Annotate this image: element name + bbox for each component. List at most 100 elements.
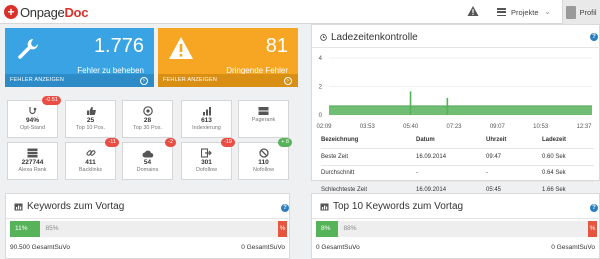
errors-to-fix-tile[interactable]: 1.776 Fehler zu beheben FEHLER ANZEIGEN …: [5, 28, 154, 87]
load-time-panel: Ladezeitenkontrolle ? 0 2 4 02:09 03:53 05:40…: [311, 24, 600, 198]
server-stack-icon: [27, 148, 38, 158]
x-tick-label: 12:37: [576, 124, 592, 130]
change-badge: -0.51: [42, 96, 61, 105]
link-icon: [86, 150, 95, 156]
profile-label: Profil: [579, 7, 597, 17]
chart-box-icon: [320, 203, 329, 210]
x-tick-label: 03:53: [360, 124, 376, 130]
divider: [312, 47, 600, 48]
table-cell: 16.09.2014: [416, 148, 486, 165]
metric-pagerank[interactable]: Pagerank: [238, 100, 289, 138]
table-cell: Beste Zeit: [321, 148, 416, 165]
change-badge: -11: [105, 138, 119, 147]
table-cell: -: [416, 164, 486, 182]
keyword-distribution-bar: 8% 88% %: [316, 221, 597, 237]
metric-value: 613: [201, 117, 212, 124]
table-header: Datum: [416, 137, 435, 143]
metric-label: Opt-Stand: [19, 125, 46, 131]
alert-icon[interactable]: [467, 5, 479, 17]
profile-menu[interactable]: Profil: [562, 0, 600, 24]
metric-label: Indexierung: [192, 125, 221, 131]
help-icon[interactable]: ?: [281, 204, 289, 212]
x-tick-label: 05:40: [403, 124, 419, 130]
metric-nofollow[interactable]: 110 Nofollow + 8: [238, 138, 292, 180]
metric-domains[interactable]: 54 Domains -2: [122, 138, 176, 180]
metric-opt-stand[interactable]: 94% Opt-Stand -0.51: [7, 96, 61, 138]
projects-menu[interactable]: Projekte ⌄: [497, 4, 550, 20]
metric-label: Alexa Rank: [18, 167, 47, 173]
metric-value: 94%: [25, 117, 39, 124]
total-search-volume-left: 90.500 GesamtSuVo: [10, 244, 70, 251]
total-search-volume-right: 0 GesamtSuVo: [241, 244, 285, 251]
panel-title: Keywords zum Vortag: [14, 201, 124, 212]
metric-value: 411: [85, 159, 96, 166]
metric-alexa-rank[interactable]: 227744 Alexa Rank: [7, 142, 58, 180]
urgent-errors-count: 81: [265, 35, 288, 57]
change-badge: -2: [165, 138, 176, 147]
divider: [312, 218, 600, 219]
metric-label: Top 10 Pos.: [75, 125, 106, 131]
metric-label: Dofollow: [195, 167, 218, 173]
logo-text-part2: Doc: [64, 4, 89, 20]
urgent-errors-tile[interactable]: 81 Dringende Fehler FEHLER ANZEIGEN ›: [158, 28, 298, 87]
arrow-right-icon: ›: [140, 76, 148, 85]
metric-value: 301: [201, 159, 212, 166]
cloud-icon: [142, 150, 153, 158]
stethoscope-icon: [28, 107, 36, 115]
metric-indexierung[interactable]: 613 Indexierung: [181, 100, 232, 138]
thumbs-up-icon: [86, 106, 96, 116]
load-time-table: Bezeichnung Datum Uhrzeit Ladezeit Beste…: [321, 132, 594, 198]
y-tick-label: 2: [319, 85, 323, 91]
y-tick-label: 4: [319, 56, 323, 62]
metric-value: 227744: [21, 159, 44, 166]
metric-value: 54: [143, 159, 152, 166]
change-badge: + 8: [278, 138, 292, 147]
x-tick-label: 09:07: [490, 124, 506, 130]
metric-backlinks[interactable]: 411 Backlinks -11: [65, 138, 119, 180]
load-time-chart: 0 2 4 02:09 03:53 05:40 07:23 09:07 10:53 12:37: [316, 56, 592, 130]
table-header-row: Bezeichnung Datum Uhrzeit Ladezeit: [321, 132, 594, 149]
logo-text-part1: Onpage: [20, 4, 65, 20]
bar-grey-segment: 85%: [45, 225, 59, 232]
metric-dofollow[interactable]: 301 Dofollow -19: [181, 138, 235, 180]
show-urgent-errors-label: FEHLER ANZEIGEN: [163, 77, 218, 83]
wrench-icon: [18, 39, 38, 59]
table-header: Uhrzeit: [486, 137, 507, 143]
bar-chart-icon: [202, 107, 211, 116]
keyword-distribution-bar: 11% 85% %: [10, 221, 287, 237]
table-cell: 09:47: [486, 148, 542, 165]
arrow-right-icon: ›: [284, 76, 292, 85]
help-icon[interactable]: ?: [590, 33, 598, 41]
divider: [6, 218, 291, 219]
show-urgent-errors-link[interactable]: FEHLER ANZEIGEN ›: [158, 74, 298, 87]
x-tick-label: 07:23: [446, 124, 462, 130]
total-search-volume-left: 0 GesamtSuVo: [316, 244, 360, 251]
load-time-title: Ladezeitenkontrolle: [331, 32, 418, 43]
total-search-volume-right: 0 GesamtSuVo: [551, 244, 595, 251]
top10-keywords-title: Top 10 Keywords zum Vortag: [333, 201, 464, 212]
change-badge: -19: [221, 138, 235, 147]
bar-grey-segment: 88%: [343, 225, 357, 232]
table-row: Beste Zeit 16.09.2014 09:47 0.60 Sek: [321, 148, 594, 165]
help-icon[interactable]: ?: [590, 204, 598, 212]
logo[interactable]: + Onpage Doc: [4, 4, 88, 20]
table-header: Bezeichnung: [321, 137, 359, 143]
bar-red-segment: %: [278, 221, 287, 237]
bar-green-segment: 11%: [10, 221, 41, 237]
keywords-previous-day-panel: Keywords zum Vortag ? 11% 85% % 90.500 G…: [5, 193, 291, 259]
projects-label: Projekte: [511, 7, 539, 17]
table-row: Durchschnitt - - 0.64 Sek: [321, 164, 594, 182]
warning-icon: [169, 37, 193, 59]
clock-icon: [320, 34, 327, 41]
menu-list-icon: [497, 8, 506, 16]
show-errors-link[interactable]: FEHLER ANZEIGEN ›: [5, 74, 154, 87]
metric-value: 110: [258, 159, 269, 166]
top10-keywords-previous-day-panel: Top 10 Keywords zum Vortag ? 8% 88% % 0 …: [311, 193, 600, 259]
table-cell: Durchschnitt: [321, 164, 416, 182]
errors-to-fix-count: 1.776: [93, 35, 144, 57]
server-icon: [258, 107, 269, 115]
metric-top10[interactable]: 25 Top 10 Pos.: [65, 100, 116, 138]
metric-top30[interactable]: 28 Top 30 Pos.: [122, 100, 173, 138]
table-header: Ladezeit: [542, 137, 567, 143]
y-tick-label: 0: [319, 113, 323, 119]
